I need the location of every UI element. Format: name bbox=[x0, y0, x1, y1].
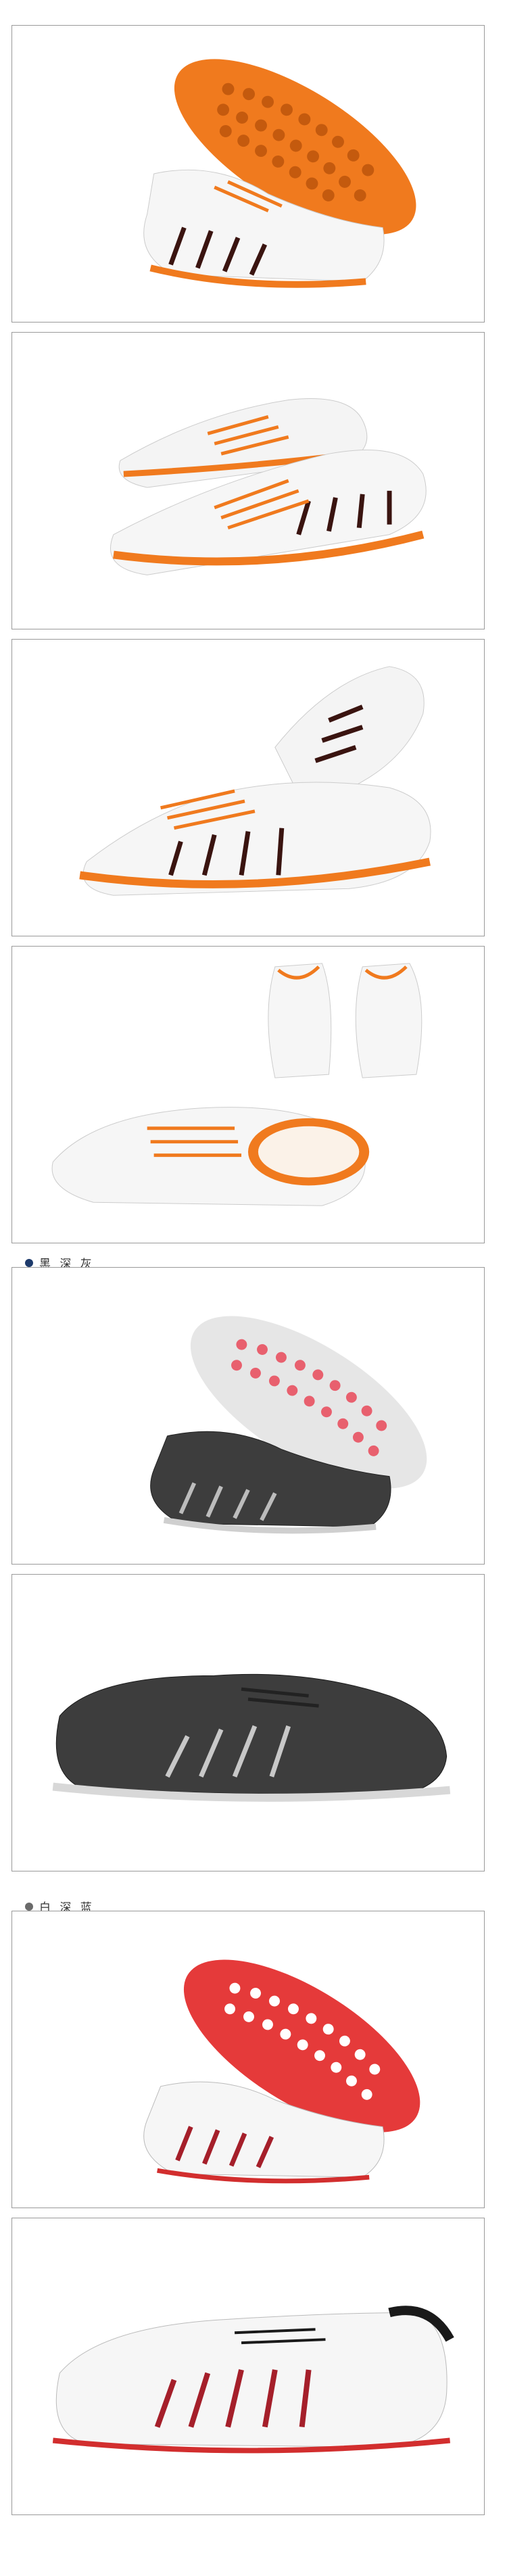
product-photo-3 bbox=[11, 639, 485, 936]
section-bullet-icon bbox=[25, 1259, 33, 1267]
orange-white-shoe-side-illustration bbox=[79, 666, 431, 896]
orange-white-shoe-pair-illustration bbox=[110, 398, 427, 575]
product-photo-2 bbox=[11, 332, 485, 629]
black-grey-shoe-side-illustration bbox=[52, 1673, 451, 1802]
product-photo-4 bbox=[11, 946, 485, 1243]
product-photo-6 bbox=[11, 1574, 485, 1871]
white-blue-shoe-sole-illustration bbox=[143, 1959, 420, 2184]
product-photo-1 bbox=[11, 25, 485, 323]
white-blue-shoe-side-illustration bbox=[52, 2306, 454, 2454]
product-photo-7 bbox=[11, 1911, 485, 2208]
black-grey-shoe-sole-illustration bbox=[150, 1316, 427, 1534]
orange-white-shoe-heel-illustration bbox=[51, 963, 422, 1206]
product-photo-5 bbox=[11, 1267, 485, 1565]
section-bullet-icon-2 bbox=[25, 1903, 33, 1911]
orange-white-shoe-sole-illustration bbox=[143, 59, 416, 288]
product-photo-8 bbox=[11, 2218, 485, 2515]
